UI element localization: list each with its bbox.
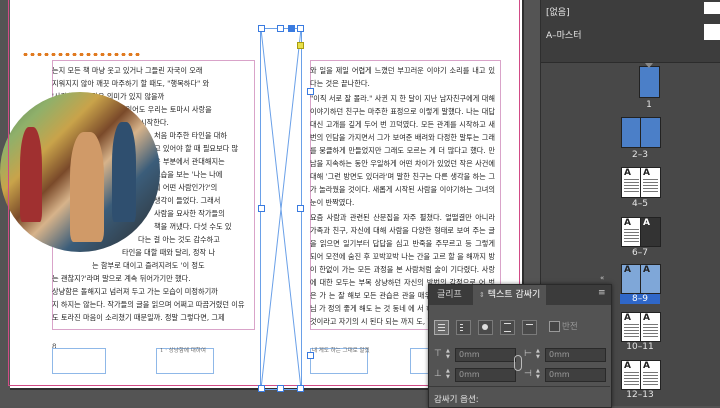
invert-checkbox[interactable] bbox=[549, 321, 560, 332]
photo-figure bbox=[112, 122, 136, 222]
resize-handle-mr[interactable] bbox=[297, 205, 304, 212]
master-letter: A bbox=[643, 361, 650, 371]
resize-handle-tc[interactable] bbox=[277, 25, 284, 32]
panel-tab-bar: 글리프 ⇕ 텍스트 감싸기 ≡ bbox=[429, 285, 611, 305]
page-label: 10–11 bbox=[626, 342, 654, 352]
master-letter: A bbox=[624, 218, 631, 228]
wrap-options-label: 감싸기 옵션: bbox=[434, 395, 479, 405]
tab-glyphs[interactable]: 글리프 bbox=[431, 285, 468, 305]
page-thumb[interactable]: A bbox=[640, 167, 661, 198]
left-offset-field[interactable]: ⊢ ▲ ▼ 0mm bbox=[524, 348, 606, 362]
jump-next-column-icon[interactable] bbox=[522, 320, 537, 335]
page-label: 4–5 bbox=[632, 199, 648, 209]
resize-handle-ml[interactable] bbox=[258, 205, 265, 212]
footer-frame-left-1[interactable] bbox=[52, 348, 106, 374]
left-text-line: 서 산문집으로 손을 뻗게 만든 것이라면 잘못을 않아 bbox=[52, 324, 252, 326]
page-thumb[interactable]: A bbox=[621, 312, 642, 342]
left-offset-input[interactable]: 0mm bbox=[545, 348, 606, 362]
right-paragraph: "이직 서로 잘 몰라." 사귄 지 한 달이 지난 남자친구에게 대해 이야기… bbox=[310, 94, 495, 207]
resize-handle-bl[interactable] bbox=[258, 385, 265, 392]
photo-figure bbox=[70, 132, 104, 242]
masters-section: [없음] A–마스터 bbox=[541, 0, 720, 63]
no-wrap-icon[interactable] bbox=[434, 320, 449, 335]
orange-dotted-line bbox=[22, 53, 140, 56]
corner-option-handle[interactable] bbox=[297, 42, 304, 49]
left-text-line: 도 토라진 마음이 소리쳤기 때문일까. 정말 그렇다면, 그제 bbox=[52, 313, 225, 322]
page-marker-icon bbox=[645, 63, 653, 68]
left-text-line: 지 하지는 않는다. 작가들의 글을 읽으며 어쩌고 따끔거렸던 이유 bbox=[52, 300, 245, 309]
page-thumb[interactable]: A bbox=[640, 312, 661, 342]
panel-menu-icon[interactable]: ≡ bbox=[598, 289, 607, 298]
bottom-offset-field[interactable]: ⊥ ▲ ▼ 0mm bbox=[434, 368, 516, 382]
master-letter: A bbox=[624, 361, 631, 371]
tab-arrows-icon: ⇕ bbox=[479, 291, 485, 299]
page-thumb[interactable]: A bbox=[640, 217, 661, 247]
page-label-selected: 8–9 bbox=[620, 294, 660, 304]
top-offset-icon: ⊤ bbox=[434, 349, 442, 359]
invert-label: 반전 bbox=[562, 322, 578, 332]
text-frame-in-port[interactable] bbox=[307, 88, 314, 95]
page-thumb[interactable]: A bbox=[621, 217, 642, 247]
stepper-arrows-icon[interactable]: ▲ ▼ bbox=[536, 348, 543, 360]
page-thumb[interactable]: A bbox=[621, 360, 642, 390]
none-master-thumb[interactable] bbox=[704, 2, 720, 14]
selected-graphic-frame[interactable] bbox=[260, 28, 302, 390]
none-master-label[interactable]: [없음] bbox=[546, 5, 570, 18]
running-head-right: 내 게도 하는 그대로 알겠 bbox=[312, 348, 370, 354]
page-thumb[interactable]: A bbox=[640, 360, 661, 390]
bottom-offset-input[interactable]: 0mm bbox=[455, 368, 516, 382]
left-text-line: 상냥함은 돌해지고 넘러져 두고 가는 모습이 미정하기까 bbox=[52, 287, 218, 296]
page-label: 2–3 bbox=[632, 150, 648, 160]
text-frame-out-port[interactable] bbox=[307, 352, 314, 359]
right-offset-input[interactable]: 0mm bbox=[545, 368, 606, 382]
left-text-line: 는 괜찮지?'라며 말으로 계속 뒤어가기만 했다. bbox=[52, 274, 191, 283]
stepper-arrows-icon[interactable]: ▲ ▼ bbox=[536, 368, 543, 380]
stepper-arrows-icon[interactable]: ▲ ▼ bbox=[446, 368, 453, 380]
master-letter: A bbox=[643, 218, 650, 228]
resize-handle-bc[interactable] bbox=[277, 385, 284, 392]
page-thumb[interactable]: A bbox=[621, 167, 642, 198]
right-offset-field[interactable]: ⊣ ▲ ▼ 0mm bbox=[524, 368, 606, 382]
link-offsets-icon[interactable] bbox=[514, 355, 522, 371]
page-label: 12–13 bbox=[626, 390, 654, 400]
panel-divider bbox=[429, 386, 610, 387]
photo-figure bbox=[20, 127, 42, 222]
bottom-offset-icon: ⊥ bbox=[434, 369, 442, 379]
page-thumb[interactable] bbox=[640, 117, 661, 148]
wrap-type-toolbar bbox=[434, 320, 544, 335]
stepper-arrows-icon[interactable]: ▲ ▼ bbox=[446, 348, 453, 360]
jump-object-icon[interactable] bbox=[500, 320, 515, 335]
left-text-line: 는 함부로 대이고 즐려지려도 '이 정도 bbox=[92, 261, 205, 270]
page-label: 6–7 bbox=[632, 248, 648, 258]
page-thumb[interactable] bbox=[621, 117, 642, 148]
master-letter: A bbox=[624, 168, 631, 178]
page-thumb[interactable] bbox=[639, 66, 660, 98]
left-text-line: 지워지지 않아 깨끗 마주하기 할 때도, "행복하다" 와 bbox=[52, 79, 210, 88]
right-paragraph: 와 일을 제일 어렵게 느꼈던 부끄러운 이야기 소리를 내고 있다는 것은 끝… bbox=[310, 66, 495, 88]
master-letter: A bbox=[643, 168, 650, 178]
top-offset-input[interactable]: 0mm bbox=[455, 348, 516, 362]
tab-text-wrap[interactable]: ⇕ 텍스트 감싸기 bbox=[473, 285, 547, 305]
right-offset-icon: ⊣ bbox=[524, 369, 532, 379]
resize-handle-br[interactable] bbox=[297, 385, 304, 392]
resize-handle-content[interactable] bbox=[288, 25, 295, 32]
empty-frame-cross bbox=[261, 29, 301, 389]
left-text-line: 는지 모든 책 마냥 웃고 있거나 그들린 자국이 오래 bbox=[52, 66, 203, 75]
resize-handle-tl[interactable] bbox=[258, 25, 265, 32]
running-head-left: 1 · 상냥함에 대하여 bbox=[160, 348, 206, 354]
a-master-thumb[interactable] bbox=[704, 24, 720, 40]
collapse-icon[interactable]: « bbox=[600, 274, 716, 282]
wrap-object-shape-icon[interactable] bbox=[478, 320, 493, 335]
left-offset-icon: ⊢ bbox=[524, 349, 532, 359]
master-letter: A bbox=[624, 313, 631, 323]
tab-text-wrap-label: 텍스트 감싸기 bbox=[487, 290, 541, 300]
text-wrap-panel[interactable]: 글리프 ⇕ 텍스트 감싸기 ≡ bbox=[428, 284, 612, 408]
a-master-label[interactable]: A–마스터 bbox=[546, 28, 582, 41]
top-offset-field[interactable]: ⊤ ▲ ▼ 0mm bbox=[434, 348, 516, 362]
page-label: 1 bbox=[646, 100, 652, 110]
street-photo-circle[interactable] bbox=[0, 92, 160, 252]
resize-handle-tr[interactable] bbox=[297, 25, 304, 32]
wrap-bounding-box-icon[interactable] bbox=[456, 320, 471, 335]
master-letter: A bbox=[643, 313, 650, 323]
